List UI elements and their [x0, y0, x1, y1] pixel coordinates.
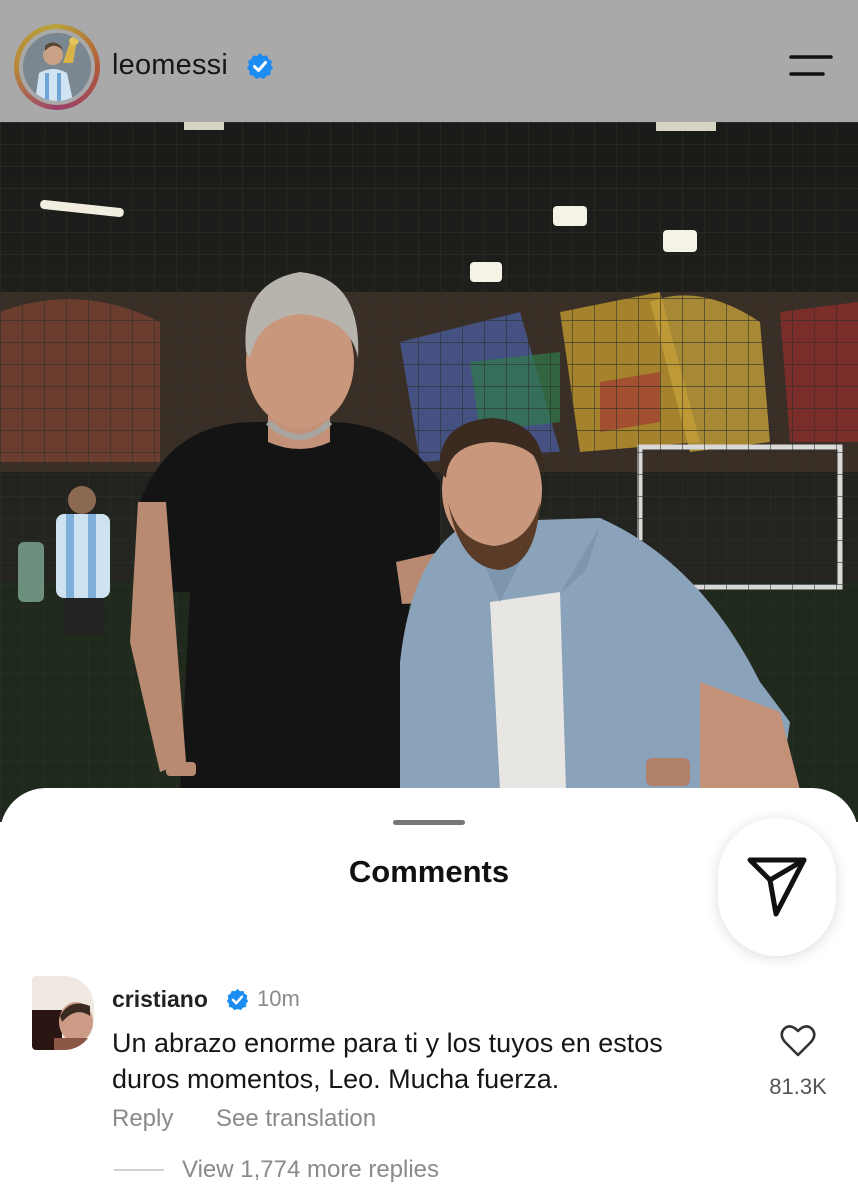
- comment-text: Un abrazo enorme para ti y los tuyos en …: [112, 1028, 663, 1094]
- post-header: leomessi: [0, 0, 858, 122]
- avatar-image: [23, 33, 91, 101]
- comment-username[interactable]: cristiano: [112, 986, 208, 1013]
- sheet-drag-handle[interactable]: [393, 820, 465, 825]
- verified-badge-icon: [226, 988, 249, 1011]
- post-username[interactable]: leomessi: [112, 49, 228, 82]
- view-more-replies-button[interactable]: View 1,774 more replies: [182, 1156, 439, 1184]
- like-heart-icon[interactable]: [780, 1024, 816, 1058]
- like-count: 81.3K: [769, 1074, 827, 1099]
- post-photo: [0, 122, 858, 822]
- reply-button[interactable]: Reply: [112, 1105, 173, 1133]
- replies-divider: [114, 1169, 164, 1171]
- comment-avatar[interactable]: [32, 976, 94, 1050]
- comment-timestamp: 10m: [257, 986, 300, 1011]
- send-button[interactable]: [718, 818, 836, 956]
- menu-icon[interactable]: [788, 52, 834, 80]
- send-icon: [747, 857, 807, 917]
- comments-sheet: Comments cristiano 10m Un abrazo enorme …: [0, 788, 858, 1200]
- verified-badge-icon: [247, 53, 273, 79]
- profile-avatar[interactable]: [14, 24, 100, 110]
- see-translation-button[interactable]: See translation: [216, 1105, 376, 1133]
